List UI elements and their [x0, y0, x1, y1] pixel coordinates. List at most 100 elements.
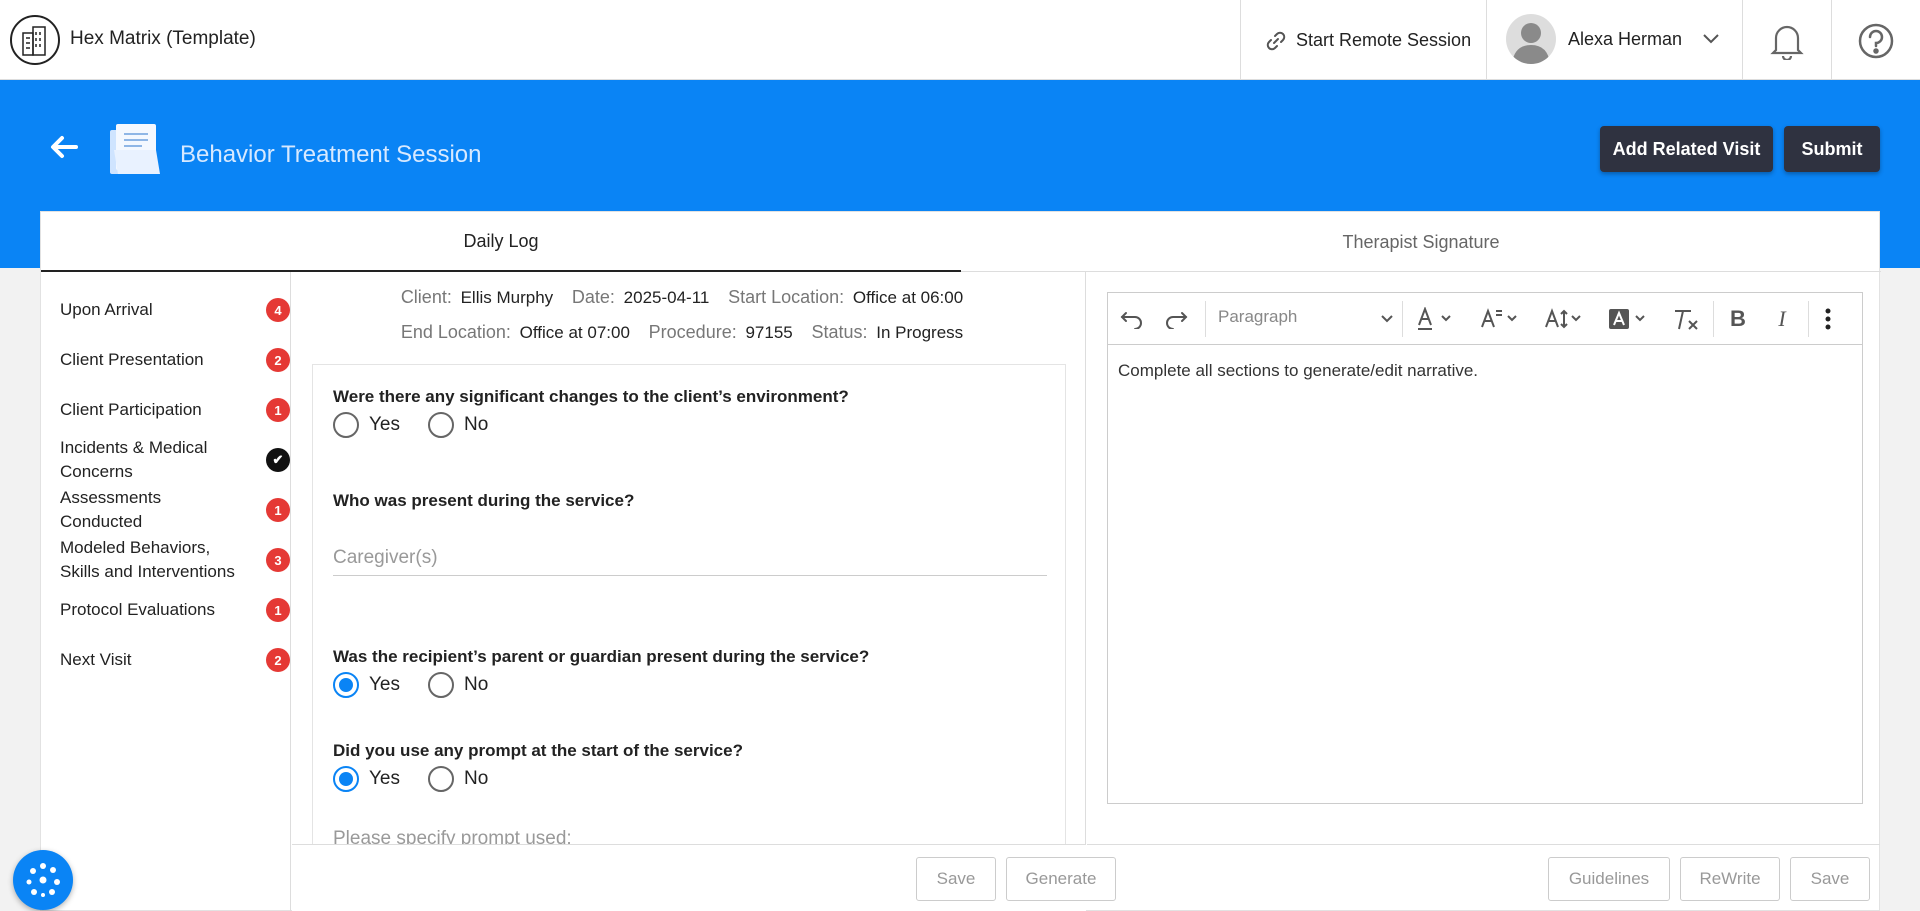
toolbar-divider	[1713, 301, 1714, 337]
section-sidebar: Upon Arrival 4 Client Presentation 2 Cli…	[41, 272, 291, 911]
start-location-key: Start Location:	[728, 287, 845, 307]
chevron-down-icon[interactable]	[1380, 305, 1394, 333]
add-related-visit-button[interactable]: Add Related Visit	[1600, 126, 1773, 172]
rewrite-button[interactable]: ReWrite	[1680, 857, 1780, 901]
count-badge: 1	[266, 398, 290, 422]
radio-group-environment: Yes No	[333, 412, 516, 438]
procedure-key: Procedure:	[648, 322, 737, 342]
radio-group-prompt: Yes No	[333, 766, 516, 792]
guidelines-button[interactable]: Guidelines	[1548, 857, 1670, 901]
tab-therapist-signature[interactable]: Therapist Signature	[961, 212, 1881, 272]
bell-icon[interactable]	[1770, 22, 1804, 65]
check-badge-icon: ✔	[266, 448, 290, 472]
sidebar-item-upon-arrival[interactable]: Upon Arrival 4	[60, 298, 290, 322]
radio-no[interactable]	[428, 672, 454, 698]
question-guardian-present: Was the recipient’s parent or guardian p…	[333, 647, 870, 666]
date-value: 2025-04-11	[623, 288, 710, 307]
end-location-key: End Location:	[400, 322, 511, 342]
count-badge: 2	[266, 348, 290, 372]
save-narrative-button[interactable]: Save	[1790, 857, 1870, 901]
sidebar-item-label: Incidents & Medical Concerns	[60, 438, 208, 481]
sidebar-item-client-presentation[interactable]: Client Presentation 2	[60, 348, 290, 372]
radio-yes-label: Yes	[369, 414, 400, 435]
question-panel: Were there any significant changes to th…	[312, 364, 1066, 844]
remote-label: Start Remote Session	[1296, 30, 1472, 50]
block-format-select[interactable]: Paragraph	[1218, 307, 1297, 327]
count-badge: 3	[266, 548, 290, 572]
back-arrow-icon[interactable]	[48, 133, 80, 166]
question-who-present: Who was present during the service?	[333, 491, 635, 510]
divider	[1831, 0, 1832, 80]
top-bar: Hex Matrix (Template) Start Remote Sessi…	[0, 0, 1920, 80]
sidebar-item-assessments[interactable]: Assessments Conducted 1	[60, 486, 290, 534]
save-button[interactable]: Save	[916, 857, 996, 901]
sidebar-item-protocol-evaluations[interactable]: Protocol Evaluations 1	[60, 598, 290, 622]
radio-yes[interactable]	[333, 412, 359, 438]
more-options-icon[interactable]	[1824, 305, 1832, 333]
session-info-row-2: End Location: Office at 07:00 Procedure:…	[292, 322, 1086, 343]
date-key: Date:	[571, 287, 615, 307]
bold-icon[interactable]: B	[1724, 305, 1752, 333]
start-remote-session-button[interactable]: Start Remote Session	[1266, 30, 1471, 51]
documents-icon	[108, 122, 162, 181]
client-key: Client:	[400, 287, 452, 307]
rich-text-editor: Paragraph B I Complete all sections to g…	[1107, 292, 1863, 804]
count-badge: 1	[266, 498, 290, 522]
font-color-icon[interactable]	[1416, 305, 1456, 333]
help-icon[interactable]	[1857, 22, 1895, 65]
line-height-icon[interactable]	[1544, 305, 1584, 333]
divider	[1486, 0, 1487, 80]
toolbar-divider	[1402, 301, 1403, 337]
submit-button[interactable]: Submit	[1784, 126, 1880, 172]
undo-icon[interactable]	[1120, 305, 1144, 333]
divider	[1742, 0, 1743, 80]
caregivers-field[interactable]: Caregiver(s)	[333, 547, 1047, 576]
italic-icon[interactable]: I	[1768, 305, 1796, 333]
question-prompt-used: Did you use any prompt at the start of t…	[333, 741, 743, 760]
radio-no-label: No	[464, 414, 489, 435]
sidebar-item-label: Next Visit	[60, 650, 132, 669]
clear-format-icon[interactable]	[1672, 305, 1700, 333]
sidebar-item-label: Modeled Behaviors, Skills and Interventi…	[60, 538, 235, 581]
question-environment-changes: Were there any significant changes to th…	[333, 387, 849, 406]
start-location-value: Office at 06:00	[852, 288, 964, 307]
radio-no-label: No	[464, 768, 489, 789]
daily-log-form: Client: Ellis Murphy Date: 2025-04-11 St…	[292, 272, 1116, 911]
end-location-value: Office at 07:00	[519, 323, 630, 342]
tab-bar: Daily Log Therapist Signature	[41, 212, 1881, 272]
chevron-down-icon[interactable]	[1702, 33, 1720, 45]
radio-no-label: No	[464, 674, 489, 695]
radio-yes[interactable]	[333, 766, 359, 792]
client-value: Ellis Murphy	[460, 288, 554, 307]
page-title: Behavior Treatment Session	[180, 141, 482, 168]
radio-yes-label: Yes	[369, 674, 400, 695]
avatar	[1506, 14, 1556, 64]
user-menu[interactable]: Alexa Herman	[1506, 14, 1720, 64]
sidebar-item-label: Upon Arrival	[60, 300, 153, 319]
highlight-color-icon[interactable]	[1608, 305, 1648, 333]
toolbar-divider	[1808, 301, 1809, 337]
radio-yes[interactable]	[333, 672, 359, 698]
sidebar-item-incidents[interactable]: Incidents & Medical Concerns ✔	[60, 436, 290, 484]
radio-no[interactable]	[428, 412, 454, 438]
radio-no[interactable]	[428, 766, 454, 792]
sidebar-item-label: Client Participation	[60, 400, 202, 419]
sidebar-item-next-visit[interactable]: Next Visit 2	[60, 648, 290, 672]
sidebar-item-label: Protocol Evaluations	[60, 600, 215, 619]
redo-icon[interactable]	[1164, 305, 1188, 333]
building-logo-icon[interactable]	[10, 15, 60, 65]
count-badge: 4	[266, 298, 290, 322]
sidebar-item-client-participation[interactable]: Client Participation 1	[60, 398, 290, 422]
narrative-text[interactable]: Complete all sections to generate/edit n…	[1118, 361, 1478, 381]
sidebar-item-label: Assessments Conducted	[60, 488, 162, 531]
count-badge: 1	[266, 598, 290, 622]
font-size-icon[interactable]	[1480, 305, 1520, 333]
tab-daily-log[interactable]: Daily Log	[41, 212, 961, 272]
sidebar-item-modeled-behaviors[interactable]: Modeled Behaviors, Skills and Interventi…	[60, 536, 290, 584]
count-badge: 2	[266, 648, 290, 672]
status-key: Status:	[811, 322, 868, 342]
form-footer: Save Generate	[292, 844, 1116, 911]
prompt-specify-field[interactable]: Please specify prompt used:	[333, 828, 1047, 844]
cookie-settings-icon[interactable]	[13, 850, 73, 910]
user-name: Alexa Herman	[1568, 28, 1683, 49]
